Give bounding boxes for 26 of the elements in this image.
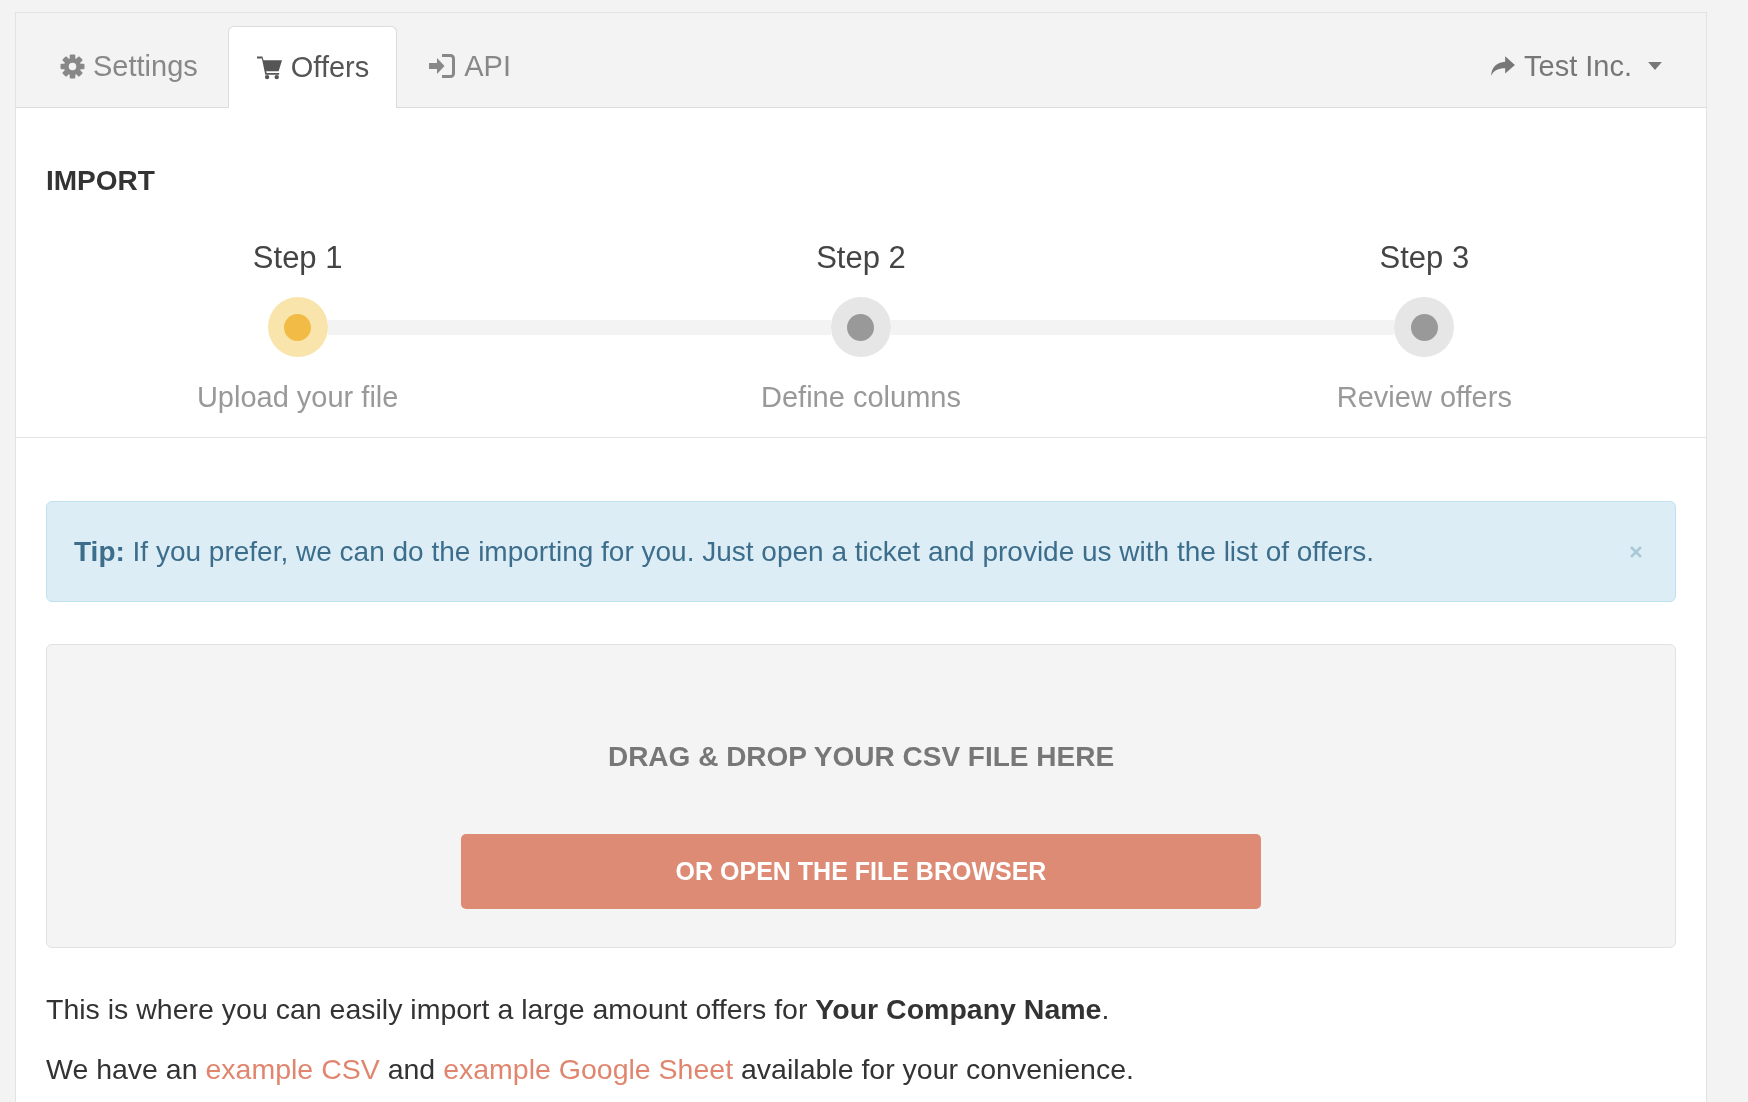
tip-text: Tip: If you prefer, we can do the importing for you. Just open a ticket and provide us with the list of offers. — [74, 535, 1375, 568]
step-title: Step 1 — [252, 240, 343, 276]
caret-icon — [1648, 62, 1662, 70]
nav-tab[interactable]: Settings — [60, 49, 198, 83]
drop-prompt: DRAG & DROP YOUR CSV FILE HERE — [607, 742, 1115, 772]
step-title: Step 3 — [1379, 240, 1470, 276]
account-menu[interactable]: Test Inc. — [1490, 49, 1662, 83]
step-caption: Review offers — [1336, 382, 1512, 412]
step-caption: Define columns — [761, 382, 961, 412]
cart-icon — [255, 55, 283, 80]
nav-tab[interactable]: Offers — [227, 26, 398, 108]
sign-in-icon — [428, 53, 457, 79]
examples-text: We have an example CSV and example Google Sheet available for your convenience. — [46, 1052, 1135, 1086]
share-arrow-icon — [1490, 55, 1516, 77]
close-button[interactable] — [1629, 544, 1643, 559]
text-link[interactable]: example Google Sheet — [443, 1053, 734, 1085]
close-icon — [1629, 544, 1643, 559]
intro-text: This is where you can easily import a large amount offers for Your Company Name. — [46, 992, 1111, 1026]
gear-icon — [60, 53, 85, 79]
text-link[interactable]: example CSV — [205, 1053, 380, 1085]
file-browser-button[interactable]: OR OPEN THE FILE BROWSER — [461, 834, 1261, 909]
nav-tab[interactable]: API — [428, 49, 511, 83]
step-caption: Upload your file — [196, 382, 399, 412]
drop-zone[interactable]: DRAG & DROP YOUR CSV FILE HERE OR OPEN THE FILE BROWSER — [46, 644, 1676, 948]
step-title: Step 2 — [816, 240, 906, 276]
section-title: IMPORT — [46, 166, 155, 196]
